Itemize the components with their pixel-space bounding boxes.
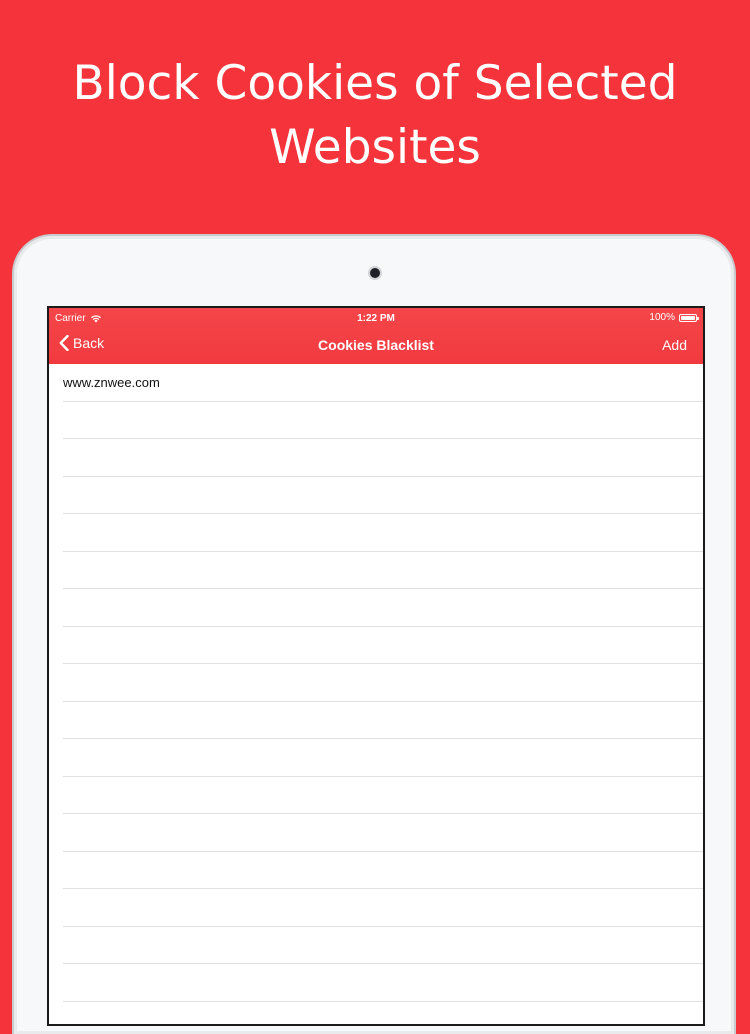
table-row[interactable] [49,777,703,815]
status-time: 1:22 PM [357,313,395,324]
table-row[interactable] [49,439,703,477]
battery-indicator: 100% [649,312,699,323]
battery-percentage: 100% [649,312,675,323]
table-row[interactable] [49,477,703,515]
table-row[interactable] [49,1002,703,1025]
page-title: Cookies Blacklist [318,337,434,353]
table-row[interactable] [49,627,703,665]
nav-row: Back Cookies Blacklist Add [49,328,703,364]
promo-headline-line-1: Block Cookies of Selected [72,56,678,111]
add-button[interactable]: Add [662,337,687,353]
table-row[interactable] [49,927,703,965]
app-screen: Carrier 1:22 PM 100% Back Cookies Blackl… [47,306,705,1026]
table-row[interactable] [49,702,703,740]
status-bar: Carrier 1:22 PM 100% [49,308,703,328]
tablet-device-frame: Carrier 1:22 PM 100% Back Cookies Blackl… [12,234,736,1034]
row-label: www.znwee.com [63,375,160,390]
promo-headline: Block Cookies of Selected Websites [0,52,750,180]
table-row[interactable] [49,589,703,627]
promo-headline-line-2: Websites [269,120,481,175]
camera-icon [370,268,380,278]
table-row[interactable] [49,814,703,852]
table-row[interactable] [49,889,703,927]
table-row[interactable] [49,964,703,1002]
battery-icon [679,313,699,322]
navigation-bar: Carrier 1:22 PM 100% Back Cookies Blackl… [49,308,703,364]
table-row[interactable] [49,514,703,552]
table-row[interactable] [49,852,703,890]
table-row[interactable] [49,739,703,777]
table-row[interactable] [49,664,703,702]
blacklist-table: www.znwee.com [49,364,703,1025]
table-row[interactable] [49,552,703,590]
table-row[interactable]: www.znwee.com [49,364,703,402]
table-row[interactable] [49,402,703,440]
